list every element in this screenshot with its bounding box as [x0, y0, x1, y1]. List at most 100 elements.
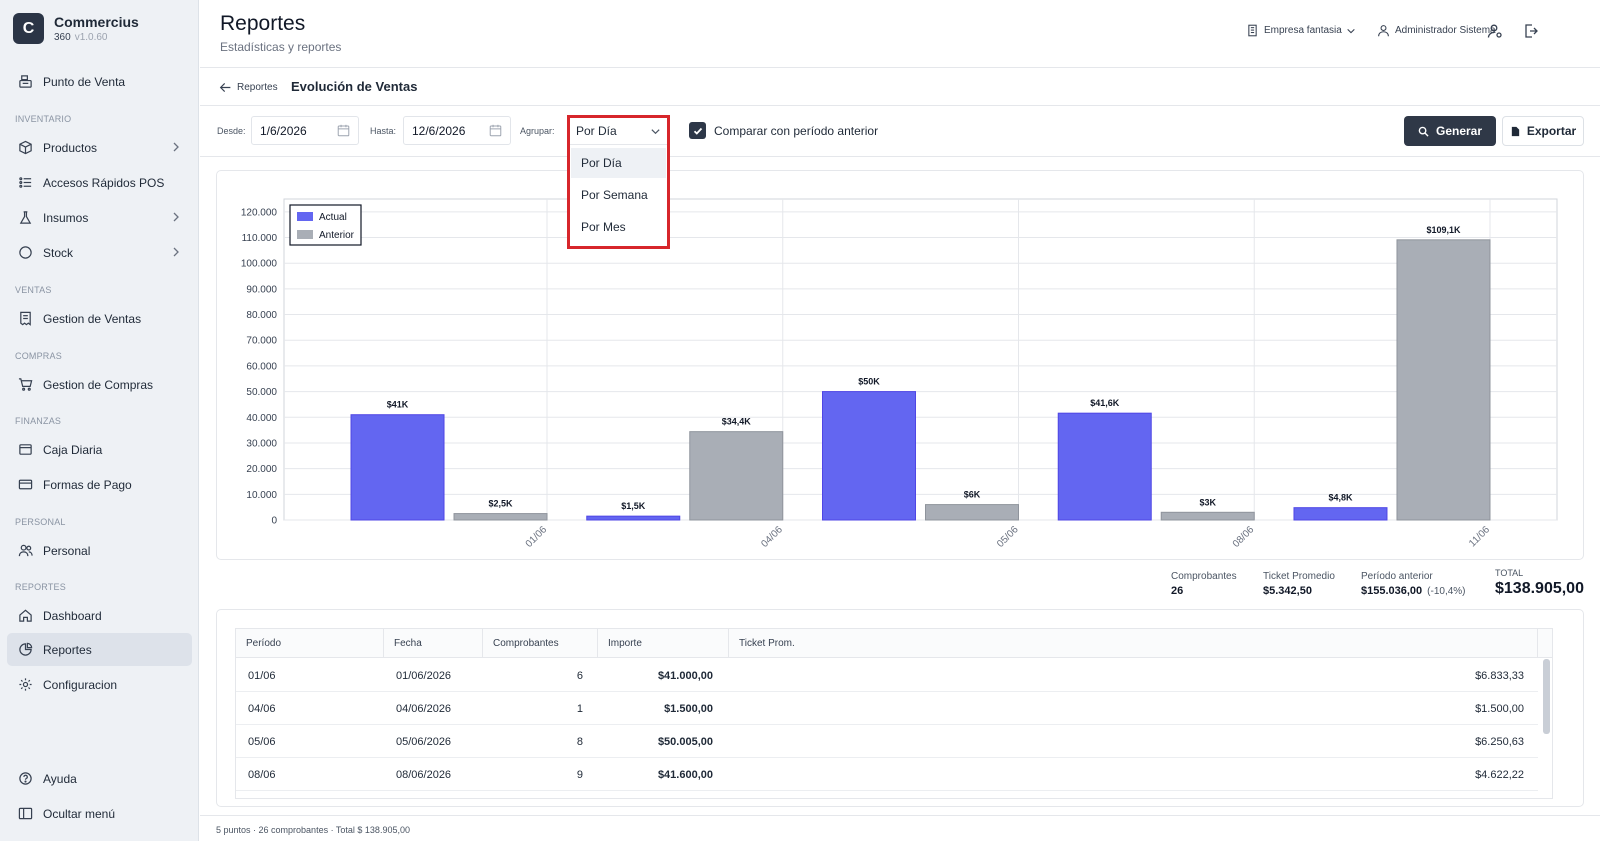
user-name: Administrador Sistema: [1395, 25, 1496, 36]
col-comprobantes[interactable]: Comprobantes: [483, 629, 598, 658]
sidebar: C Commercius 360 v1.0.60 Punto de Venta I…: [0, 0, 199, 841]
sidebar-item-ocultar-menu[interactable]: Ocultar menú: [7, 797, 192, 830]
bar-data-label: $41,6K: [1090, 398, 1120, 408]
summary-anterior: Período anterior $155.036,00 (-10,4%): [1361, 571, 1466, 597]
gear-icon: [17, 677, 33, 693]
sidebar-item-reportes[interactable]: Reportes: [7, 633, 192, 666]
hasta-date-input[interactable]: 12/6/2026: [403, 116, 511, 145]
sidebar-item-dashboard[interactable]: Dashboard: [7, 599, 192, 632]
dropdown-option-mes[interactable]: Por Mes: [571, 212, 666, 242]
sidebar-item-gestion-ventas[interactable]: Gestion de Ventas: [7, 302, 192, 335]
brand-version: v1.0.60: [74, 32, 108, 43]
sidebar-item-accesos-rapidos[interactable]: Accesos Rápidos POS: [7, 166, 192, 199]
exportar-label: Exportar: [1526, 124, 1577, 138]
table-card: Período Fecha Comprobantes Importe Ticke…: [216, 609, 1584, 807]
user-settings-icon[interactable]: [1487, 23, 1505, 41]
sidebar-item-caja-diaria[interactable]: Caja Diaria: [7, 433, 192, 466]
breadcrumb: Reportes Evolución de Ventas: [200, 69, 1600, 106]
bar-data-label: $2,5K: [489, 499, 514, 509]
footer-summary: 5 puntos · 26 comprobantes · Total $ 138…: [216, 825, 410, 835]
plot-frame: [283, 198, 1558, 521]
top-header: Reportes Estadísticas y reportes Empresa…: [200, 0, 1600, 68]
y-tick-label: 100.000: [241, 259, 278, 270]
sidebar-item-personal[interactable]: Personal: [7, 534, 192, 567]
table-row[interactable]: 08/06 08/06/2026 9 $41.600,00 $4.622,22: [236, 758, 1538, 791]
hasta-label: Hasta:: [370, 126, 397, 136]
chart-card: 0 10.000 20.000 30.000 40.000 50.000 60.000 70.…: [216, 170, 1584, 560]
generar-label: Generar: [1435, 124, 1483, 138]
page-title: Reportes: [220, 12, 306, 35]
logout-icon[interactable]: [1523, 23, 1541, 41]
bar-anterior: [1160, 511, 1255, 521]
col-importe[interactable]: Importe: [598, 629, 729, 658]
legend-label: Actual: [319, 212, 347, 223]
generar-button[interactable]: Generar: [1404, 116, 1496, 146]
cell-comprobantes: 8: [576, 735, 583, 748]
flask-icon: [17, 210, 33, 226]
brand-name: Commercius: [54, 14, 139, 30]
sidebar-item-stock[interactable]: Stock: [7, 236, 192, 269]
compare-checkbox[interactable]: [689, 122, 706, 139]
col-fecha[interactable]: Fecha: [384, 629, 483, 658]
back-link[interactable]: Reportes: [219, 81, 278, 94]
y-tick-label: 10.000: [246, 490, 277, 501]
table-row[interactable]: 05/06 05/06/2026 8 $50.005,00 $6.250,63: [236, 725, 1538, 758]
sidebar-item-label: Gestion de Compras: [43, 377, 154, 392]
user-icon: [1378, 25, 1389, 37]
cell-comprobantes: 9: [576, 768, 583, 781]
calendar-icon: [489, 124, 502, 137]
sidebar-item-formas-pago[interactable]: Formas de Pago: [7, 468, 192, 501]
chevron-right-icon: [170, 211, 182, 223]
col-ticket[interactable]: Ticket Prom.: [729, 629, 1538, 658]
sidebar-item-ayuda[interactable]: Ayuda: [7, 762, 192, 795]
y-tick-label: 70.000: [246, 336, 277, 347]
dropdown-option-semana[interactable]: Por Semana: [571, 180, 666, 210]
total-label: TOTAL: [1495, 568, 1524, 578]
bar-actual: [350, 414, 445, 521]
bar-actual: [822, 391, 916, 521]
sidebar-item-label: Reportes: [43, 642, 92, 657]
cell-periodo: 04/06: [248, 702, 276, 715]
search-icon: [1418, 126, 1429, 137]
bar-data-label: $34,4K: [722, 417, 752, 427]
col-periodo[interactable]: Período: [236, 629, 384, 658]
table-row[interactable]: 04/06 04/06/2026 1 $1.500,00 $1.500,00: [236, 692, 1538, 725]
cell-ticket: $6.833,33: [1475, 669, 1524, 682]
y-tick-label: 30.000: [246, 438, 277, 449]
anterior-label: Período anterior: [1361, 571, 1433, 582]
bar-data-label: $1,5K: [621, 501, 646, 511]
summary-ticket: Ticket Promedio $5.342,50: [1263, 571, 1335, 597]
desde-label: Desde:: [217, 126, 246, 136]
cell-ticket: $1.500,00: [1475, 702, 1524, 715]
sidebar-item-configuracion[interactable]: Configuracion: [7, 668, 192, 701]
sidebar-item-punto-de-venta[interactable]: Punto de Venta: [7, 65, 192, 98]
anterior-pct: (-10,4%): [1427, 586, 1466, 597]
y-tick-label: 0: [271, 516, 277, 527]
sidebar-item-productos[interactable]: Productos: [7, 131, 192, 164]
sidebar-item-label: Ocultar menú: [43, 806, 116, 821]
desde-date-input[interactable]: 1/6/2026: [251, 116, 359, 145]
bar-actual: [1293, 507, 1388, 521]
table-row[interactable]: 01/06 01/06/2026 6 $41.000,00 $6.833,33: [236, 659, 1538, 692]
exportar-button[interactable]: Exportar: [1502, 116, 1584, 146]
table-header: Período Fecha Comprobantes Importe Ticke…: [236, 629, 1552, 658]
agrupar-select[interactable]: Por Día: [570, 118, 667, 145]
user-menu[interactable]: Administrador Sistema: [1377, 24, 1496, 37]
company-selector[interactable]: Empresa fantasia: [1246, 24, 1356, 37]
sidebar-item-gestion-compras[interactable]: Gestion de Compras: [7, 368, 192, 401]
bar-data-label: $109,1K: [1426, 225, 1461, 235]
agrupar-selected-value: Por Día: [576, 124, 617, 138]
agrupar-dropdown[interactable]: Por Día Por Día Por Semana Por Mes: [567, 115, 670, 249]
table-scrollbar[interactable]: [1543, 659, 1550, 734]
cell-comprobantes: 1: [576, 702, 583, 715]
cell-periodo: 01/06: [248, 669, 276, 682]
total-value: $138.905,00: [1495, 580, 1584, 597]
cell-importe: $1.500,00: [664, 702, 713, 715]
sidebar-item-insumos[interactable]: Insumos: [7, 201, 192, 234]
sidebar-item-label: Punto de Venta: [43, 74, 126, 89]
dropdown-option-dia[interactable]: Por Día: [571, 148, 666, 178]
hasta-value: 12/6/2026: [412, 123, 466, 138]
y-tick-label: 50.000: [246, 387, 277, 398]
chevron-down-icon: [1347, 28, 1355, 33]
y-tick-label: 120.000: [241, 207, 278, 218]
